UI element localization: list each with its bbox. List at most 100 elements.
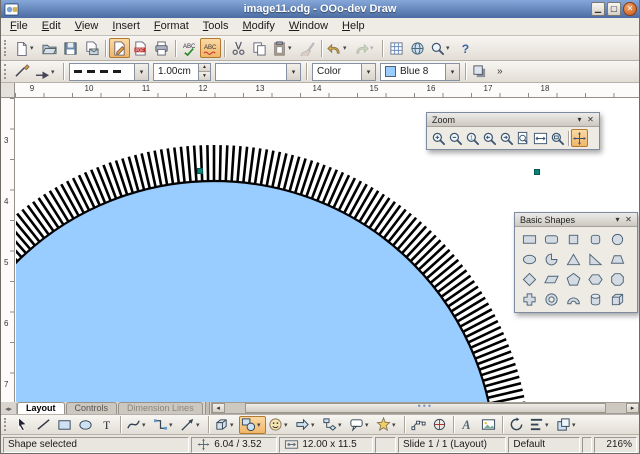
curve-button[interactable]: ▾	[124, 416, 151, 434]
connector-button[interactable]: ▾	[151, 416, 178, 434]
area-style-combo[interactable]: Color ▾	[312, 63, 376, 81]
line-properties-button[interactable]	[12, 62, 33, 82]
menu-edit[interactable]: Edit	[35, 19, 68, 34]
status-slide-info[interactable]: Slide 1 / 1 (Layout)	[398, 437, 506, 453]
arrange-button[interactable]: ▾	[554, 416, 581, 434]
zoom-previous-button[interactable]	[481, 129, 498, 147]
zoom-palette-titlebar[interactable]: Zoom ▾ ✕	[427, 113, 599, 127]
basic-shapes-titlebar[interactable]: Basic Shapes ▾ ✕	[515, 213, 637, 227]
zoom-entire-page-button[interactable]	[515, 129, 532, 147]
from-file-button[interactable]	[478, 416, 499, 434]
selection-handle[interactable]	[534, 169, 540, 175]
email-document-button[interactable]	[81, 38, 102, 58]
status-page-style[interactable]: Default	[508, 437, 579, 453]
menu-view[interactable]: View	[68, 19, 106, 34]
tab-scroll-buttons[interactable]: ◂▸	[1, 403, 17, 414]
undo-button[interactable]: ▾	[325, 38, 352, 58]
edit-points-button[interactable]	[408, 416, 429, 434]
tab-splitter[interactable]	[205, 402, 210, 414]
shape-octagon-button[interactable]	[606, 269, 628, 289]
scrollbar-track[interactable]: •••	[225, 403, 626, 413]
shape-isosceles-triangle-button[interactable]	[562, 249, 584, 269]
shape-circle-button[interactable]	[606, 229, 628, 249]
shape-ring-button[interactable]	[540, 289, 562, 309]
copy-button[interactable]	[249, 38, 270, 58]
line-style-combo[interactable]: ▾	[69, 63, 149, 81]
zoom-page-width-button[interactable]	[532, 129, 549, 147]
shape-regular-pentagon-button[interactable]	[562, 269, 584, 289]
help-button[interactable]: ?	[455, 38, 476, 58]
palette-menu-icon[interactable]: ▾	[612, 214, 623, 225]
menu-help[interactable]: Help	[335, 19, 372, 34]
palette-menu-icon[interactable]: ▾	[574, 114, 585, 125]
export-pdf-button[interactable]: PDF	[130, 38, 151, 58]
scroll-left-icon[interactable]: ◂	[212, 403, 225, 413]
block-arrows-button[interactable]: ▾	[293, 416, 320, 434]
menu-file[interactable]: File	[3, 19, 35, 34]
toolbar-grip[interactable]	[4, 40, 9, 57]
drawing-canvas[interactable]: Zoom ▾ ✕ 1 Basic Shapes ▾ ✕	[16, 98, 639, 402]
stars-button[interactable]: ▾	[374, 416, 401, 434]
shape-rectangle-button[interactable]	[518, 229, 540, 249]
horizontal-ruler[interactable]: 9101112131415161718	[1, 83, 639, 98]
shape-circle-pie-button[interactable]	[540, 249, 562, 269]
status-zoom[interactable]: 216%	[594, 437, 637, 453]
ellipse-button[interactable]	[75, 416, 96, 434]
shape-cube-button[interactable]	[606, 289, 628, 309]
horizontal-scrollbar[interactable]: ◂ ••• ▸	[211, 402, 639, 414]
tab-controls[interactable]: Controls	[66, 402, 118, 414]
3d-objects-button[interactable]: ▾	[212, 416, 239, 434]
shape-trapezoid-button[interactable]	[606, 249, 628, 269]
zoom-100-button[interactable]: 1	[464, 129, 481, 147]
zoom-in-button[interactable]	[430, 129, 447, 147]
toolbar-grip[interactable]	[4, 418, 9, 431]
zoom-optimal-button[interactable]	[549, 129, 566, 147]
shape-hexagon-button[interactable]	[584, 269, 606, 289]
fontwork-gallery-button[interactable]: A	[457, 416, 478, 434]
zoom-next-button[interactable]	[498, 129, 515, 147]
symbol-shapes-button[interactable]: ▾	[266, 416, 293, 434]
paste-button[interactable]: ▾	[270, 38, 297, 58]
edit-file-button[interactable]	[109, 38, 130, 58]
lines-arrows-button[interactable]: ▾	[178, 416, 205, 434]
save-button[interactable]	[60, 38, 81, 58]
minimize-button[interactable]: ▁	[591, 2, 605, 16]
status-size[interactable]: 12.00 x 11.5	[279, 437, 373, 453]
rectangle-button[interactable]	[54, 416, 75, 434]
flowcharts-button[interactable]: ▾	[320, 416, 347, 434]
close-icon[interactable]: ✕	[585, 114, 596, 125]
menu-modify[interactable]: Modify	[235, 19, 281, 34]
maximize-button[interactable]: ▢	[607, 2, 621, 16]
callouts-button[interactable]: ▾	[347, 416, 374, 434]
shape-rounded-square-button[interactable]	[584, 229, 606, 249]
shape-right-triangle-button[interactable]	[584, 249, 606, 269]
menu-tools[interactable]: Tools	[196, 19, 236, 34]
scrollbar-thumb[interactable]: •••	[245, 403, 606, 413]
spin-up-icon[interactable]: ▲	[199, 64, 210, 73]
basic-shapes-button[interactable]: ▾	[239, 416, 266, 434]
shape-cylinder-button[interactable]	[584, 289, 606, 309]
shape-ellipse-button[interactable]	[518, 249, 540, 269]
menu-insert[interactable]: Insert	[105, 19, 147, 34]
vertical-ruler[interactable]: 34567	[1, 98, 15, 402]
hyperlink-button[interactable]	[407, 38, 428, 58]
shape-parallelogram-button[interactable]	[540, 269, 562, 289]
alignment-button[interactable]: ▾	[527, 416, 554, 434]
shadow-button[interactable]	[469, 62, 490, 82]
spin-down-icon[interactable]: ▼	[199, 72, 210, 80]
shape-rounded-rectangle-button[interactable]	[540, 229, 562, 249]
print-button[interactable]	[151, 38, 172, 58]
close-icon[interactable]: ✕	[623, 214, 634, 225]
cut-button[interactable]	[228, 38, 249, 58]
fill-color-combo[interactable]: Blue 8 ▾	[380, 63, 460, 81]
display-grid-button[interactable]	[386, 38, 407, 58]
close-button[interactable]: ✕	[623, 2, 637, 16]
shape-diamond-button[interactable]	[518, 269, 540, 289]
line-color-combo[interactable]: ▾	[215, 63, 301, 81]
status-position[interactable]: 6.04 / 3.52	[191, 437, 277, 453]
tab-dimension-lines[interactable]: Dimension Lines	[118, 402, 203, 414]
shape-cross-button[interactable]	[518, 289, 540, 309]
new-document-button[interactable]: ▾	[12, 38, 39, 58]
menu-window[interactable]: Window	[282, 19, 335, 34]
line-width-spinner[interactable]: 1.00cm ▲▼	[153, 63, 211, 81]
